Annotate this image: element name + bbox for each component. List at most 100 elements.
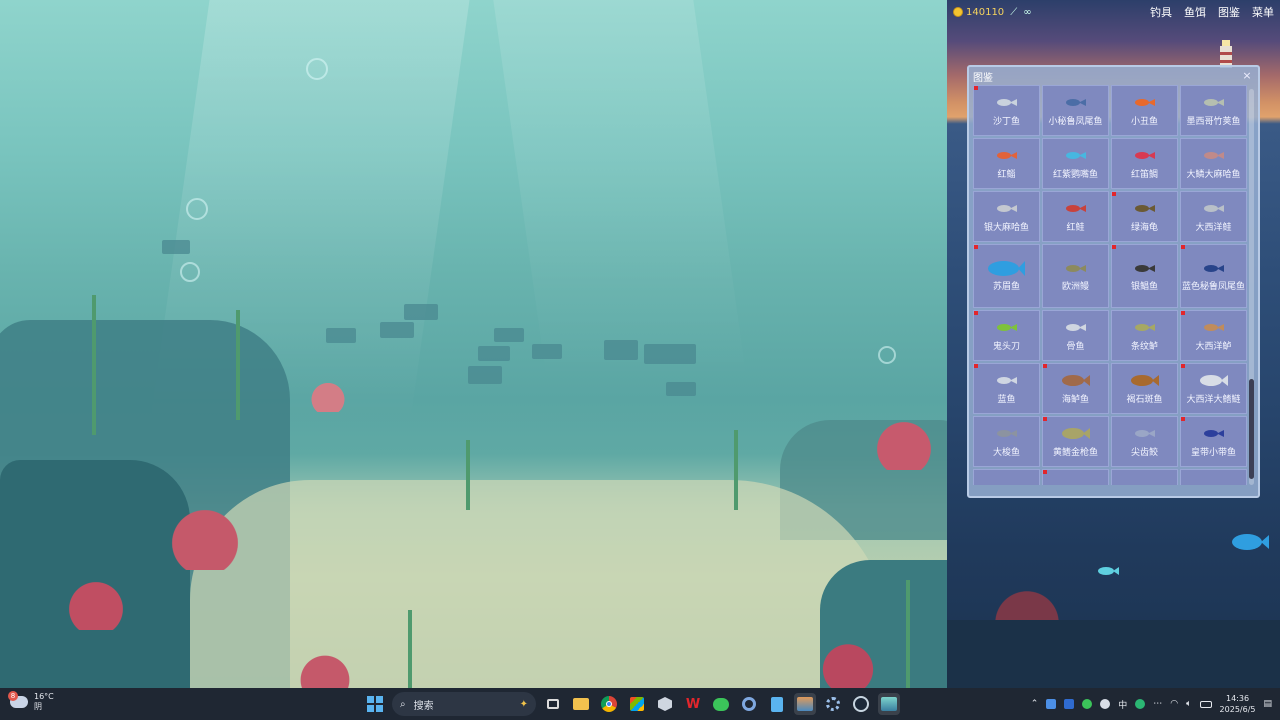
fish-card[interactable] <box>1111 469 1178 485</box>
fish-name: 大鳞大麻哈鱼 <box>1186 169 1241 180</box>
fish-card[interactable]: 大西洋鲑 <box>1180 191 1247 242</box>
fish-card[interactable] <box>1180 469 1247 485</box>
wps-icon[interactable]: W <box>682 693 704 715</box>
collection-titlebar[interactable]: 图鉴 × <box>969 67 1258 85</box>
game-hud: 140110 ⟋ ∞ 钓具 鱼饵 图鉴 菜单 <box>947 0 1280 24</box>
collection-title: 图鉴 <box>973 72 993 84</box>
fish-card[interactable]: 小秘鲁凤尾鱼 <box>1042 85 1109 136</box>
wechat-tray-icon[interactable] <box>1082 699 1093 709</box>
game-taskbar-icon[interactable] <box>794 693 816 715</box>
partial-fish-icon <box>1204 484 1224 486</box>
fish-card[interactable]: 骨鱼 <box>1042 310 1109 361</box>
fish-card[interactable]: 海鲈鱼 <box>1042 363 1109 414</box>
striped-bass-icon <box>1134 319 1155 337</box>
fish-card[interactable]: 红鲻 <box>973 138 1040 189</box>
weather-desc: 阴 <box>34 702 42 711</box>
bonefish-icon <box>1065 319 1086 337</box>
needlefish-icon <box>1134 425 1155 443</box>
file-explorer-icon[interactable] <box>570 693 592 715</box>
fish-card[interactable]: 沙丁鱼 <box>973 85 1040 136</box>
tray-app-icon[interactable] <box>1046 699 1057 709</box>
app-gear-icon[interactable] <box>738 693 760 715</box>
fish-card[interactable]: 大西洋大鳍鲢 <box>1180 363 1247 414</box>
tray-app-icon[interactable] <box>1064 699 1075 709</box>
dot-menu-icon[interactable]: ⋯ <box>1153 699 1162 709</box>
fish-card[interactable] <box>1042 469 1109 485</box>
new-marker <box>1181 311 1185 315</box>
task-view-icon[interactable] <box>542 693 564 715</box>
battery-icon[interactable] <box>1199 700 1212 708</box>
store-icon[interactable] <box>626 693 648 715</box>
napoleon-wrasse-icon <box>988 259 1025 277</box>
wallpaper-app-icon[interactable] <box>878 693 900 715</box>
panel-seafloor <box>947 620 1280 688</box>
fish-name: 骨鱼 <box>1066 341 1085 352</box>
new-marker <box>1112 245 1116 249</box>
fish-shadow <box>666 382 696 396</box>
notepad-icon[interactable] <box>766 693 788 715</box>
fish-card[interactable]: 尖齿鲛 <box>1111 416 1178 467</box>
fish-card[interactable]: 褐石斑鱼 <box>1111 363 1178 414</box>
close-button[interactable]: × <box>1240 69 1254 83</box>
cloud-icon: 8 <box>8 691 28 708</box>
fish-card[interactable]: 红鲑 <box>1042 191 1109 242</box>
fish-card[interactable]: 蓝鱼 <box>973 363 1040 414</box>
menu-main[interactable]: 菜单 <box>1252 4 1274 20</box>
clock-date: 2025/6/5 <box>1219 705 1256 714</box>
fish-card[interactable]: 大鳞大麻哈鱼 <box>1180 138 1247 189</box>
cloud-tray-icon[interactable] <box>1100 699 1111 709</box>
fish-card[interactable]: 银大麻哈鱼 <box>973 191 1040 242</box>
fish-card[interactable]: 皇带小带鱼 <box>1180 416 1247 467</box>
fish-card[interactable]: 墨西哥竹荚鱼 <box>1180 85 1247 136</box>
fish-card[interactable]: 大梭鱼 <box>973 416 1040 467</box>
search-label: 搜索 <box>413 700 434 712</box>
new-marker <box>1181 245 1185 249</box>
tray-app-icon[interactable] <box>1135 699 1146 709</box>
app-hexagon-icon[interactable] <box>654 693 676 715</box>
fish-card[interactable]: 黄鳍金枪鱼 <box>1042 416 1109 467</box>
steam-icon[interactable] <box>850 693 872 715</box>
fish-card[interactable]: 银鲳鱼 <box>1111 244 1178 308</box>
menu-bait[interactable]: 鱼饵 <box>1184 4 1206 20</box>
fish-shadow <box>468 366 502 384</box>
menu-collection[interactable]: 图鉴 <box>1218 4 1240 20</box>
settings-icon[interactable] <box>822 693 844 715</box>
ime-indicator[interactable]: 中 <box>1118 698 1127 711</box>
menu-tackle[interactable]: 钓具 <box>1150 4 1172 20</box>
fish-card[interactable]: 绿海龟 <box>1111 191 1178 242</box>
fish-card[interactable]: 小丑鱼 <box>1111 85 1178 136</box>
fish-card[interactable]: 欧洲鳗 <box>1042 244 1109 308</box>
fish-name: 蓝色秘鲁凤尾鱼 <box>1182 282 1246 292</box>
weather-widget[interactable]: 8 16°C 阴 <box>8 691 54 712</box>
fish-shadow <box>604 340 638 360</box>
eel-icon <box>1065 259 1086 277</box>
notification-icon[interactable]: ▤ <box>1263 699 1272 709</box>
chevron-up-icon[interactable]: ⌃ <box>1031 699 1039 709</box>
rod-icon: ⟋ <box>1010 6 1018 18</box>
fish-name: 条纹鲈 <box>1130 341 1158 352</box>
fish-name: 蓝鱼 <box>997 394 1016 405</box>
fish-name: 红笛鲷 <box>1130 169 1158 180</box>
fish-card[interactable]: 大西洋鲈 <box>1180 310 1247 361</box>
fish-card[interactable]: 红笛鲷 <box>1111 138 1178 189</box>
scrollbar-thumb[interactable] <box>1249 379 1254 479</box>
chrome-icon[interactable] <box>598 693 620 715</box>
wechat-icon[interactable] <box>710 693 732 715</box>
clock[interactable]: 14:36 2025/6/5 <box>1220 693 1256 715</box>
scrollbar[interactable] <box>1249 89 1254 485</box>
fish-card[interactable] <box>973 469 1040 485</box>
coral <box>864 400 944 470</box>
fish-name: 小秘鲁凤尾鱼 <box>1048 116 1103 127</box>
volume-icon[interactable]: 🔈︎ <box>1186 699 1191 709</box>
taskbar-search[interactable]: ⌕ 搜索 ✦ <box>392 692 536 716</box>
fish-card[interactable]: 红紫鹦嘴鱼 <box>1042 138 1109 189</box>
fish-card[interactable]: 苏眉鱼 <box>973 244 1040 308</box>
wifi-icon[interactable]: ◠ <box>1170 699 1178 709</box>
bait-count: ∞ <box>1023 6 1032 18</box>
fish-card[interactable]: 鬼头刀 <box>973 310 1040 361</box>
notification-badge: 8 <box>8 691 18 701</box>
fish-card[interactable]: 条纹鲈 <box>1111 310 1178 361</box>
atlantic-salmon-icon <box>1203 200 1224 218</box>
fish-card[interactable]: 蓝色秘鲁凤尾鱼 <box>1180 244 1247 308</box>
start-button[interactable] <box>364 693 386 715</box>
